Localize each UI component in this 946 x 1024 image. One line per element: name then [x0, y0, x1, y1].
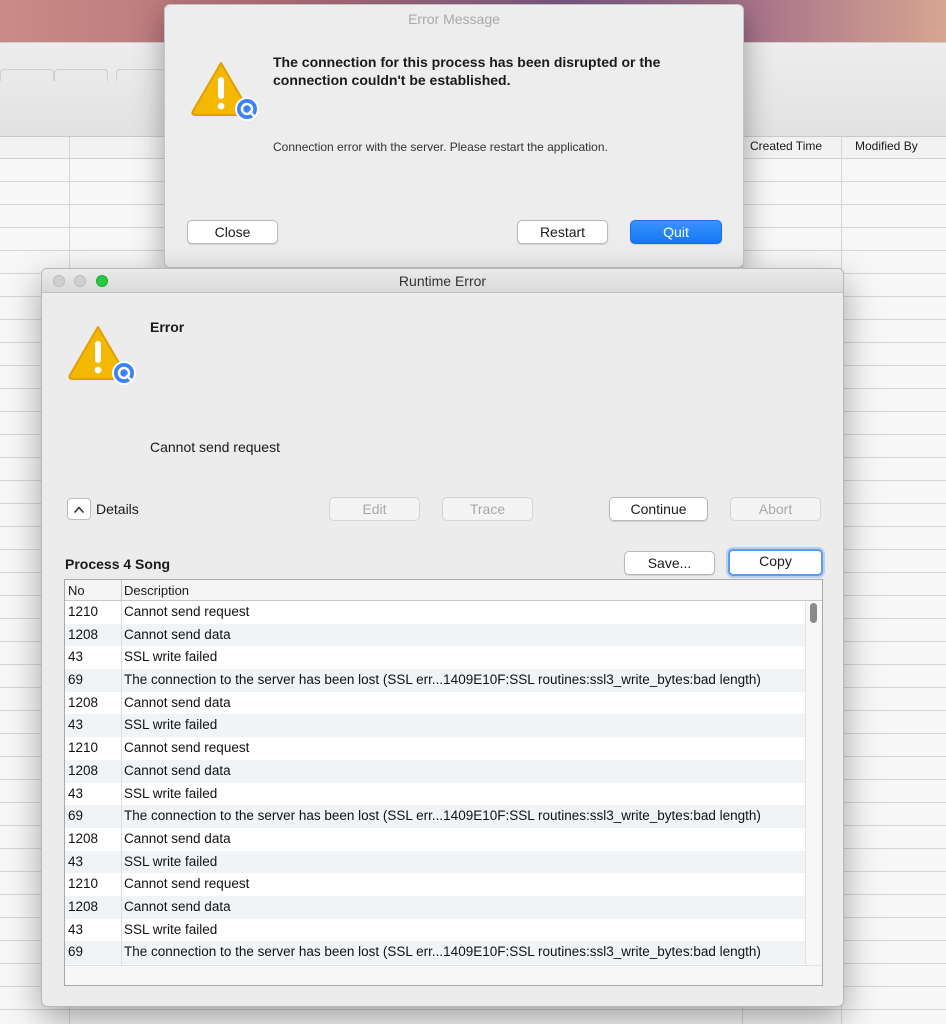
- table-row[interactable]: 69 The connection to the server has been …: [65, 669, 805, 692]
- abort-button[interactable]: Abort: [730, 497, 821, 521]
- error-description-cell: Cannot send data: [124, 762, 231, 778]
- error-number-cell: 69: [68, 944, 84, 960]
- warning-icon: [191, 62, 259, 121]
- description-column-header[interactable]: Description: [124, 583, 189, 598]
- error-number-cell: 1210: [68, 740, 99, 756]
- restart-button[interactable]: Restart: [517, 220, 608, 244]
- error-description-cell: Cannot send data: [124, 626, 231, 642]
- table-row[interactable]: 69 The connection to the server has been …: [65, 941, 805, 964]
- table-row[interactable]: 1210 Cannot send request: [65, 601, 805, 624]
- chevron-up-icon: [74, 506, 84, 513]
- background-tab: [116, 69, 170, 81]
- error-message: Cannot send request: [150, 439, 280, 455]
- details-toggle-button[interactable]: [67, 498, 91, 520]
- table-row[interactable]: 69 The connection to the server has been …: [65, 805, 805, 828]
- process-label: Process 4 Song: [65, 556, 171, 572]
- error-description-cell: The connection to the server has been lo…: [124, 672, 761, 688]
- error-description-cell: SSL write failed: [124, 853, 218, 869]
- trace-button[interactable]: Trace: [442, 497, 533, 521]
- error-description-cell: The connection to the server has been lo…: [124, 944, 761, 960]
- error-number-cell: 69: [68, 672, 84, 688]
- table-row[interactable]: 43 SSL write failed: [65, 919, 805, 942]
- background-tab: [54, 69, 108, 81]
- no-column-header[interactable]: No: [68, 583, 85, 598]
- column-divider: [121, 580, 122, 601]
- error-number-cell: 43: [68, 785, 84, 801]
- error-body: Connection error with the server. Please…: [273, 140, 608, 154]
- window-titlebar[interactable]: Runtime Error: [42, 269, 843, 293]
- error-description-cell: SSL write failed: [124, 649, 218, 665]
- error-description-cell: Cannot send request: [124, 740, 250, 756]
- runtime-error-window: Runtime Error Error Cannot send request …: [41, 268, 844, 1007]
- table-row[interactable]: 1208 Cannot send data: [65, 828, 805, 851]
- table-header: No Description: [65, 580, 822, 601]
- table-row[interactable]: 1208 Cannot send data: [65, 759, 805, 783]
- dialog-title: Error Message: [408, 11, 500, 27]
- error-number-cell: 1210: [68, 604, 99, 619]
- table-row[interactable]: 1208 Cannot send data: [65, 895, 805, 919]
- error-message-dialog: Error Message The connection for this pr…: [164, 4, 744, 268]
- error-number-cell: 1208: [68, 898, 99, 914]
- table-row[interactable]: 43 SSL write failed: [65, 714, 805, 738]
- error-heading: The connection for this process has been…: [273, 54, 661, 88]
- error-number-cell: 1208: [68, 626, 99, 642]
- modified-by-column-header: Modified By: [855, 139, 918, 153]
- error-heading: Error: [150, 319, 185, 335]
- error-number-cell: 1208: [68, 762, 99, 778]
- error-description-cell: Cannot send request: [124, 604, 250, 619]
- table-row[interactable]: 43 SSL write failed: [65, 783, 805, 806]
- error-log-table: No Description 1210 Cannot send request 12…: [64, 579, 823, 986]
- background-tab: [0, 69, 54, 81]
- error-description-cell: Cannot send data: [124, 694, 231, 710]
- error-description-cell: Cannot send request: [124, 876, 250, 892]
- error-number-cell: 43: [68, 717, 84, 733]
- column-divider: [121, 601, 122, 965]
- error-number-cell: 43: [68, 853, 84, 869]
- error-number-cell: 1208: [68, 830, 99, 846]
- error-number-cell: 1208: [68, 694, 99, 710]
- save-button[interactable]: Save...: [624, 551, 715, 575]
- table-row[interactable]: 43 SSL write failed: [65, 850, 805, 874]
- error-description-cell: SSL write failed: [124, 717, 218, 733]
- error-number-cell: 43: [68, 921, 84, 937]
- error-description-cell: Cannot send data: [124, 830, 231, 846]
- error-number-cell: 43: [68, 649, 84, 665]
- table-row[interactable]: 1210 Cannot send request: [65, 873, 805, 896]
- warning-icon: [68, 326, 136, 385]
- horizontal-scrollbar[interactable]: [65, 965, 822, 985]
- created-time-column-header: Created Time: [750, 139, 823, 153]
- edit-button[interactable]: Edit: [329, 497, 420, 521]
- table-row[interactable]: 43 SSL write failed: [65, 646, 805, 669]
- window-title: Runtime Error: [398, 273, 487, 289]
- error-description-cell: SSL write failed: [124, 921, 218, 937]
- close-button[interactable]: Close: [187, 220, 278, 244]
- scrollbar-thumb[interactable]: [810, 603, 817, 623]
- copy-button[interactable]: Copy: [728, 549, 823, 576]
- error-description-cell: Cannot send data: [124, 898, 231, 914]
- error-number-cell: 69: [68, 808, 84, 824]
- details-label: Details: [96, 501, 139, 517]
- table-row[interactable]: 1210 Cannot send request: [65, 737, 805, 760]
- continue-button[interactable]: Continue: [609, 497, 708, 521]
- vertical-scrollbar[interactable]: [805, 601, 822, 965]
- table-row[interactable]: 1208 Cannot send data: [65, 623, 805, 647]
- error-description-cell: SSL write failed: [124, 785, 218, 801]
- table-row[interactable]: 1208 Cannot send data: [65, 692, 805, 715]
- table-body: 1210 Cannot send request 1208 Cannot send d…: [65, 601, 805, 965]
- quit-button[interactable]: Quit: [630, 220, 722, 244]
- error-number-cell: 1210: [68, 876, 99, 892]
- error-description-cell: The connection to the server has been lo…: [124, 808, 761, 824]
